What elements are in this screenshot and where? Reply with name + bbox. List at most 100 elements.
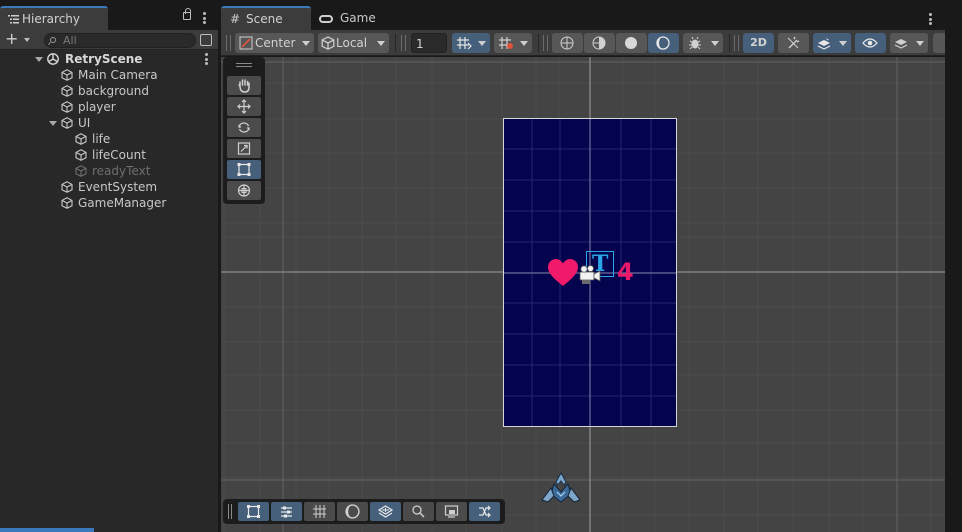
hierarchy-item-main-camera[interactable]: Main Camera: [0, 67, 218, 83]
combined-transform-icon: [237, 184, 251, 197]
local-cube-icon: [321, 36, 335, 50]
more-toolbar-button[interactable]: [933, 33, 945, 53]
hierarchy-item-background[interactable]: background: [0, 83, 218, 99]
hierarchy-item-ui[interactable]: UI: [0, 115, 218, 131]
scale-tool-button[interactable]: [227, 139, 261, 158]
scene-root-row[interactable]: RetryScene: [0, 51, 218, 67]
bug-icon: [689, 36, 701, 50]
move-arrows-icon: [237, 99, 251, 114]
hierarchy-item-label: life: [92, 132, 111, 146]
shading-unlit-button[interactable]: [648, 33, 679, 53]
overlay-grip[interactable]: [236, 63, 252, 67]
rect-overlay-button[interactable]: [238, 502, 269, 521]
search-overlay-button[interactable]: [403, 502, 434, 521]
grid-overlay-button[interactable]: [304, 502, 335, 521]
status-accent-line: [0, 528, 94, 532]
grid-hash-icon: #: [230, 12, 241, 26]
effects-dropdown[interactable]: [813, 33, 851, 53]
shading-shaded-wire-button[interactable]: [584, 33, 615, 53]
search-in-scene-icon[interactable]: [200, 34, 212, 46]
unity-scene-icon: [47, 53, 59, 65]
toolbar-grip[interactable]: [543, 35, 548, 51]
debug-draw-mode-dropdown[interactable]: [683, 33, 723, 53]
scene-toolbar: Center Local 1 2D: [221, 30, 945, 56]
increment-snapping-toggle[interactable]: [494, 33, 532, 53]
chevron-down-icon: [839, 41, 847, 46]
shading-wireframe-button[interactable]: [552, 33, 583, 53]
hierarchy-search-input[interactable]: All: [44, 33, 196, 48]
layers-icon: [894, 39, 908, 49]
pivot-rotation-label: Local: [336, 36, 368, 50]
gameobject-icon: [75, 149, 87, 161]
search-icon: [50, 37, 56, 43]
lighting-toggle[interactable]: [778, 33, 809, 53]
scene-menu-icon[interactable]: [205, 53, 209, 65]
search-placeholder: All: [63, 34, 77, 47]
transform-tools-overlay: [223, 57, 265, 204]
gameobject-icon: [61, 101, 73, 113]
sprite-editor-overlay-button[interactable]: [271, 502, 302, 521]
eye-icon: [862, 38, 878, 48]
gameobject-icon: [61, 181, 73, 193]
hierarchy-toolbar: + All: [0, 30, 218, 50]
toolbar-grip[interactable]: [401, 35, 406, 51]
hierarchy-item-player[interactable]: player: [0, 99, 218, 115]
hierarchy-item-life[interactable]: life: [0, 131, 218, 147]
hierarchy-item-readytext[interactable]: readyText: [0, 163, 218, 179]
grid-size-input[interactable]: 1: [411, 33, 447, 53]
tab-scene-label: Scene: [246, 12, 283, 26]
collider-overlay-button[interactable]: [469, 502, 500, 521]
scene-visibility-toggle[interactable]: [855, 33, 886, 53]
lock-icon[interactable]: [183, 8, 191, 20]
lighting-overlay-button[interactable]: [337, 502, 368, 521]
life-count-text[interactable]: 4: [617, 258, 634, 286]
pivot-mode-dropdown[interactable]: Center: [235, 33, 314, 53]
scene-menu-icon[interactable]: [929, 13, 933, 25]
player-ship-sprite[interactable]: [540, 472, 582, 504]
overlay-toolbar: [223, 499, 505, 524]
tab-game[interactable]: Game: [313, 6, 393, 30]
gameobject-icon: [61, 117, 73, 129]
hierarchy-item-label: lifeCount: [92, 148, 146, 162]
hierarchy-menu-icon[interactable]: [203, 12, 207, 24]
search-icon: [412, 505, 425, 518]
transform-tool-button[interactable]: [227, 181, 261, 200]
grid-snap-icon: [457, 37, 472, 50]
hierarchy-item-gamemanager[interactable]: GameManager: [0, 195, 218, 211]
gizmos-layers-dropdown[interactable]: [890, 33, 928, 53]
hand-tool-button[interactable]: [227, 76, 261, 95]
toolbar-grip[interactable]: [734, 35, 739, 51]
2d-mode-toggle[interactable]: 2D: [743, 33, 774, 53]
scene-tab-bar: # Scene Game: [221, 0, 962, 30]
camera-gizmo-icon: [579, 265, 601, 284]
hierarchy-item-label: GameManager: [78, 196, 167, 210]
toolbar-grip[interactable]: [226, 35, 231, 51]
rotate-tool-button[interactable]: [227, 118, 261, 137]
hierarchy-item-lifecount[interactable]: lifeCount: [0, 147, 218, 163]
move-tool-button[interactable]: [227, 97, 261, 116]
hierarchy-item-eventsystem[interactable]: EventSystem: [0, 179, 218, 195]
hierarchy-item-label: readyText: [92, 164, 151, 178]
scene-name: RetryScene: [65, 52, 143, 66]
rotate-icon: [238, 122, 250, 133]
tilemap-overlay-button[interactable]: [370, 502, 401, 521]
fold-arrow-icon[interactable]: [35, 57, 43, 62]
camera-overlay-button[interactable]: [436, 502, 467, 521]
rect-tool-button[interactable]: [227, 160, 261, 179]
shading-shaded-button[interactable]: [616, 33, 647, 53]
overlay-grip[interactable]: [228, 504, 232, 519]
hierarchy-tab[interactable]: Hierarchy: [0, 6, 108, 30]
hierarchy-item-label: background: [78, 84, 149, 98]
add-object-button[interactable]: +: [5, 31, 35, 49]
fold-arrow-icon[interactable]: [49, 121, 57, 126]
lighting-off-icon: [787, 36, 800, 49]
heart-icon[interactable]: [547, 258, 579, 288]
grid-snapping-toggle[interactable]: [452, 33, 490, 53]
scene-viewport[interactable]: T 4: [221, 57, 945, 532]
tab-scene[interactable]: # Scene: [221, 6, 311, 30]
hand-icon: [238, 79, 250, 93]
chevron-down-icon: [711, 41, 719, 46]
gameobject-icon: [75, 165, 87, 177]
pivot-rotation-dropdown[interactable]: Local: [318, 33, 389, 53]
rect-select-icon: [247, 505, 260, 518]
